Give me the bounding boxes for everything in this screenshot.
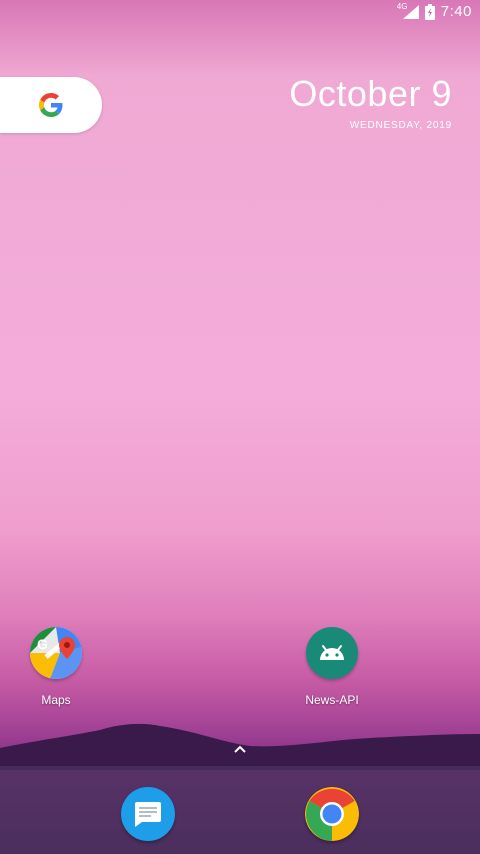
date-text: October 9 [289, 73, 452, 114]
app-drawer-arrow-icon[interactable] [230, 740, 250, 758]
dock [0, 766, 480, 854]
google-maps-icon: G [30, 627, 82, 679]
status-bar: 4G 7:40 [0, 0, 480, 24]
android-icon [306, 627, 358, 679]
chrome-icon[interactable] [305, 787, 359, 841]
status-icons: 4G 7:40 [397, 2, 472, 21]
messages-icon[interactable] [121, 787, 175, 841]
date-widget[interactable]: October 9 WEDNESDAY, 2019 [289, 73, 452, 132]
google-search-widget[interactable] [0, 77, 102, 133]
google-g-icon [39, 93, 63, 117]
weekday-year-text: WEDNESDAY, 2019 [349, 120, 452, 131]
svg-text:G: G [37, 636, 48, 652]
wallpaper-hills [0, 723, 480, 770]
signal-icon: 4G [397, 2, 419, 19]
network-type-label: 4G [396, 1, 408, 11]
clock-time: 7:40 [440, 3, 472, 20]
battery-icon [424, 3, 435, 20]
